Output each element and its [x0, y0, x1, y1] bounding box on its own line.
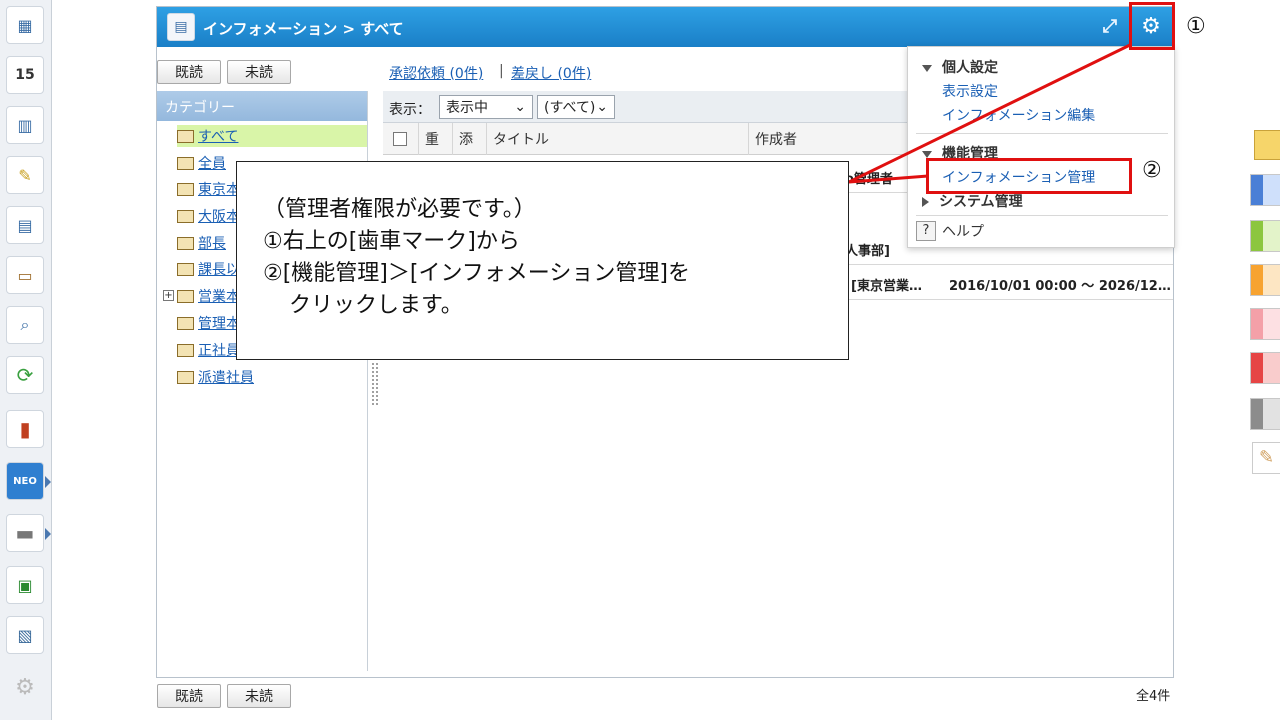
info-management-highlight-box [926, 158, 1132, 194]
callout-line-1: （管理者権限が必要です。） [263, 197, 536, 222]
marker-two: ② [1142, 158, 1162, 183]
callout-line-3: ②[機能管理]＞[インフォメーション管理]を [263, 261, 690, 286]
gear-highlight-box [1129, 2, 1175, 50]
marker-one: ① [1186, 14, 1206, 39]
callout-line-4: クリックします。 [289, 293, 463, 318]
instruction-callout: （管理者権限が必要です。） ①右上の[歯車マーク]から ②[機能管理]＞[インフ… [236, 161, 849, 360]
annotation-lines [848, 43, 1131, 184]
callout-line-2: ①右上の[歯車マーク]から [263, 229, 520, 254]
total-count: 全4件 [1136, 689, 1171, 704]
